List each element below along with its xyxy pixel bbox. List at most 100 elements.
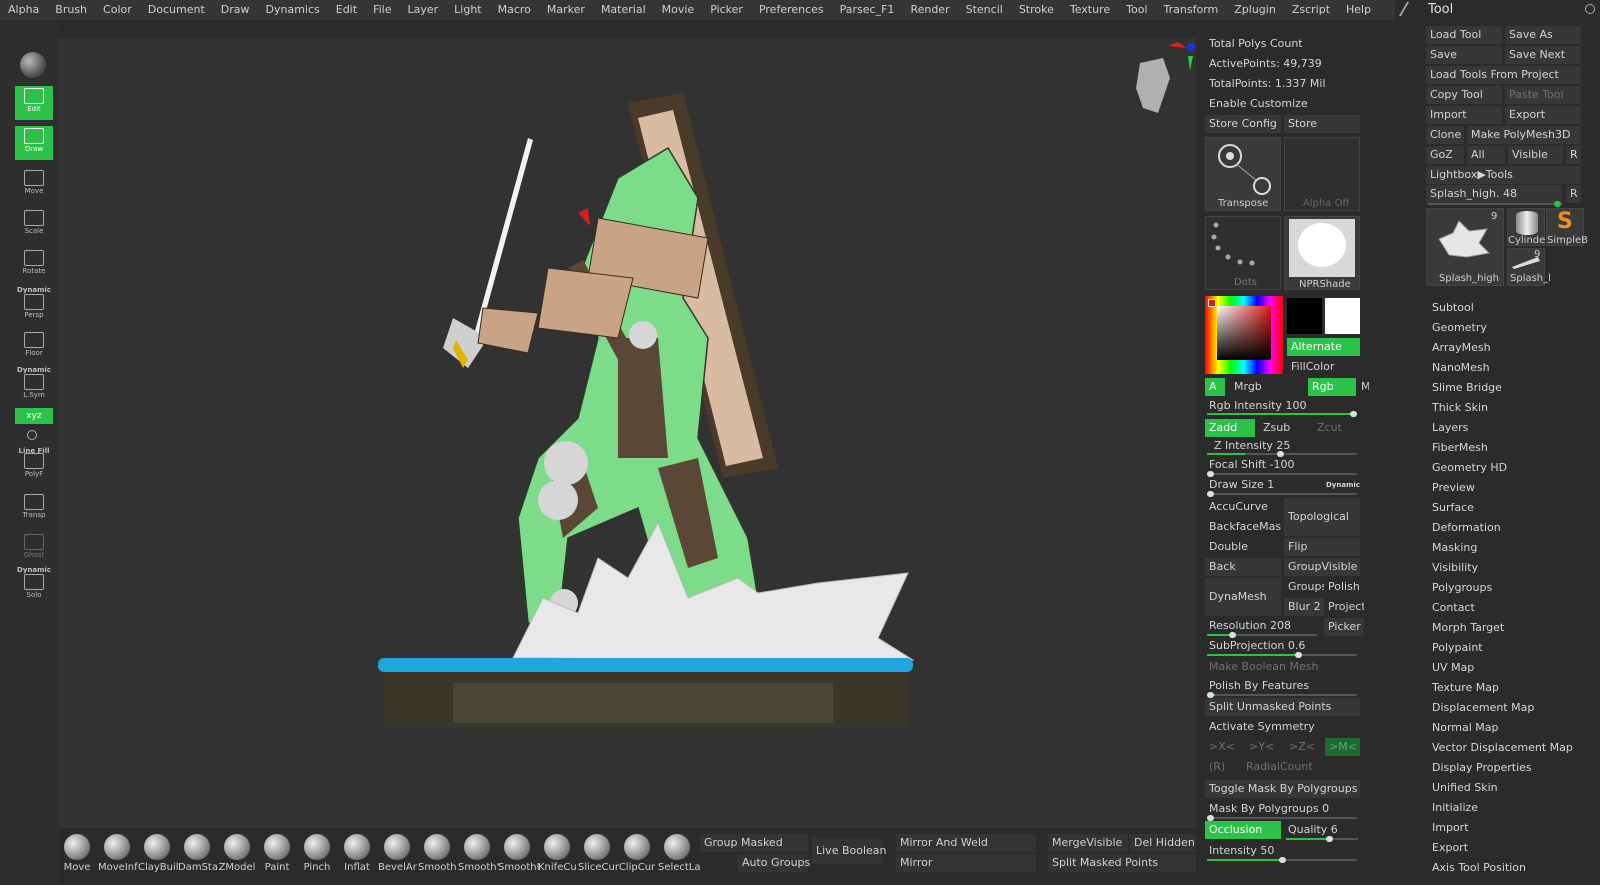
brush-selectlasso[interactable]: SelectLa [658,834,701,880]
focal-shift-slider[interactable]: Focal Shift -100 [1205,456,1360,474]
subpalette-geometry-hd[interactable]: Geometry HD [1432,461,1507,474]
rotate-button[interactable]: Rotate [15,248,53,282]
subpalette-visibility[interactable]: Visibility [1432,561,1478,574]
radial-r-button[interactable]: (R) [1205,758,1239,776]
brush-smooth2[interactable]: Smooth' [458,834,499,880]
stroke-dots-button[interactable]: Dots [1205,216,1281,290]
local-rotate-icon[interactable] [27,430,37,440]
menu-light[interactable]: Light [446,0,489,20]
subprojection-track[interactable] [1207,652,1357,658]
menu-marker[interactable]: Marker [539,0,593,20]
tool-thumb-cylinder[interactable]: Cylinder [1507,208,1549,246]
live-boolean-button[interactable]: Live Boolean [812,838,887,864]
dynamesh-button[interactable]: DynaMesh [1205,578,1281,616]
load-tool-button[interactable]: Load Tool [1426,26,1502,44]
menu-macro[interactable]: Macro [490,0,539,20]
paste-tool-button[interactable]: Paste Tool [1505,86,1581,104]
menu-alpha[interactable]: Alpha [0,0,47,20]
subpalette-axis-tool-position[interactable]: Axis Tool Position [1432,861,1526,874]
brush-inflat[interactable]: Inflat [338,834,376,880]
subpalette-polygroups[interactable]: Polygroups [1432,581,1492,594]
menu-color[interactable]: Color [95,0,140,20]
mask-by-polygroups-slider[interactable]: Mask By Polygroups 0 [1205,800,1360,818]
subpalette-morph-target[interactable]: Morph Target [1432,621,1504,634]
subpalette-layers[interactable]: Layers [1432,421,1468,434]
current-tool-track[interactable] [1428,201,1562,207]
current-tool-slider[interactable]: Splash_high. 48 [1426,185,1562,203]
subpalette-preview[interactable]: Preview [1432,481,1475,494]
subpalette-surface[interactable]: Surface [1432,501,1474,514]
load-tools-from-project-button[interactable]: Load Tools From Project [1426,66,1581,84]
palette-close-icon[interactable] [1585,4,1595,14]
menu-draw[interactable]: Draw [213,0,258,20]
move-button[interactable]: Move [15,168,53,202]
quality-slider[interactable]: Quality 6 [1284,821,1360,839]
menu-file[interactable]: File [365,0,399,20]
menu-preferences[interactable]: Preferences [751,0,832,20]
menu-material[interactable]: Material [593,0,654,20]
subpalette-thick-skin[interactable]: Thick Skin [1432,401,1488,414]
make-polymesh3d-button[interactable]: Make PolyMesh3D [1467,126,1581,144]
menu-dynamics[interactable]: Dynamics [258,0,328,20]
tool-r-button[interactable]: R [1566,185,1581,203]
subpalette-import[interactable]: Import [1432,821,1469,834]
menu-document[interactable]: Document [140,0,213,20]
subpalette-arraymesh[interactable]: ArrayMesh [1432,341,1491,354]
save-as-button[interactable]: Save As [1505,26,1581,44]
radialcount-slider[interactable]: RadialCount [1242,758,1360,776]
menu-movie[interactable]: Movie [654,0,703,20]
activate-symmetry-button[interactable]: Activate Symmetry [1205,718,1360,736]
intensity-track[interactable] [1207,857,1357,863]
xyz-button[interactable]: xyz [15,408,53,424]
menu-picker[interactable]: Picker [702,0,751,20]
draw-button[interactable]: Draw [15,126,53,160]
draw-size-slider[interactable]: Draw Size 1 [1205,476,1325,494]
m-button[interactable]: M [1357,378,1369,396]
alpha-off-button[interactable]: Alpha Off [1284,137,1360,211]
clone-button[interactable]: Clone [1426,126,1464,144]
menu-zscript[interactable]: Zscript [1284,0,1338,20]
accucurve-button[interactable]: AccuCurve [1205,498,1281,516]
subpalette-normal-map[interactable]: Normal Map [1432,721,1499,734]
menu-transform[interactable]: Transform [1156,0,1227,20]
back-button[interactable]: Back [1205,558,1281,576]
subpalette-displacement-map[interactable]: Displacement Map [1432,701,1534,714]
subpalette-display-properties[interactable]: Display Properties [1432,761,1532,774]
menu-help[interactable]: Help [1338,0,1379,20]
picker-button[interactable]: Picker [1324,618,1364,636]
resolution-slider[interactable]: Resolution 208 [1205,617,1317,635]
project-button[interactable]: Project [1324,598,1364,616]
solo-button[interactable]: Solo [15,572,53,606]
subpalette-slime-bridge[interactable]: Slime Bridge [1432,381,1502,394]
material-sphere-icon[interactable] [20,52,46,78]
mrgb-button[interactable]: Mrgb [1230,378,1270,396]
subpalette-polypaint[interactable]: Polypaint [1432,641,1483,654]
brush-smooth[interactable]: Smooth [418,834,457,880]
enable-customize-button[interactable]: Enable Customize [1205,95,1360,113]
merge-visible-button[interactable]: MergeVisible [1048,834,1128,852]
double-button[interactable]: Double [1205,538,1281,556]
brush-moveinf[interactable]: MoveInf [98,834,138,880]
canvas-viewport[interactable] [58,38,1196,828]
save-next-button[interactable]: Save Next [1505,46,1581,64]
lsym-button[interactable]: L.Sym [15,372,53,406]
ghost-button[interactable]: Ghost [15,532,53,566]
menu-stencil[interactable]: Stencil [958,0,1011,20]
subpalette-vector-displacement-map[interactable]: Vector Displacement Map [1432,741,1573,754]
transp-button[interactable]: Transp [15,492,53,526]
brush-bevelarc[interactable]: BevelAr [378,834,417,880]
z-intensity-track[interactable] [1207,451,1357,457]
occlusion-button[interactable]: Occlusion [1205,821,1281,839]
copy-tool-button[interactable]: Copy Tool [1426,86,1502,104]
a-button[interactable]: A [1205,378,1225,396]
flip-button[interactable]: Flip [1284,538,1360,556]
store-config-button[interactable]: Store Config [1205,115,1281,133]
menu-render[interactable]: Render [902,0,957,20]
tool-thumb-splash-high[interactable]: 9 Splash_high [1426,208,1504,286]
goz-all-button[interactable]: All [1467,146,1505,164]
polyf-button[interactable]: PolyF [15,451,53,485]
mirror-button[interactable]: Mirror [896,854,1036,872]
goz-r-button[interactable]: R [1566,146,1581,164]
orientation-head-icon[interactable] [1136,58,1170,113]
blur-slider[interactable]: Blur 2 [1284,598,1324,616]
